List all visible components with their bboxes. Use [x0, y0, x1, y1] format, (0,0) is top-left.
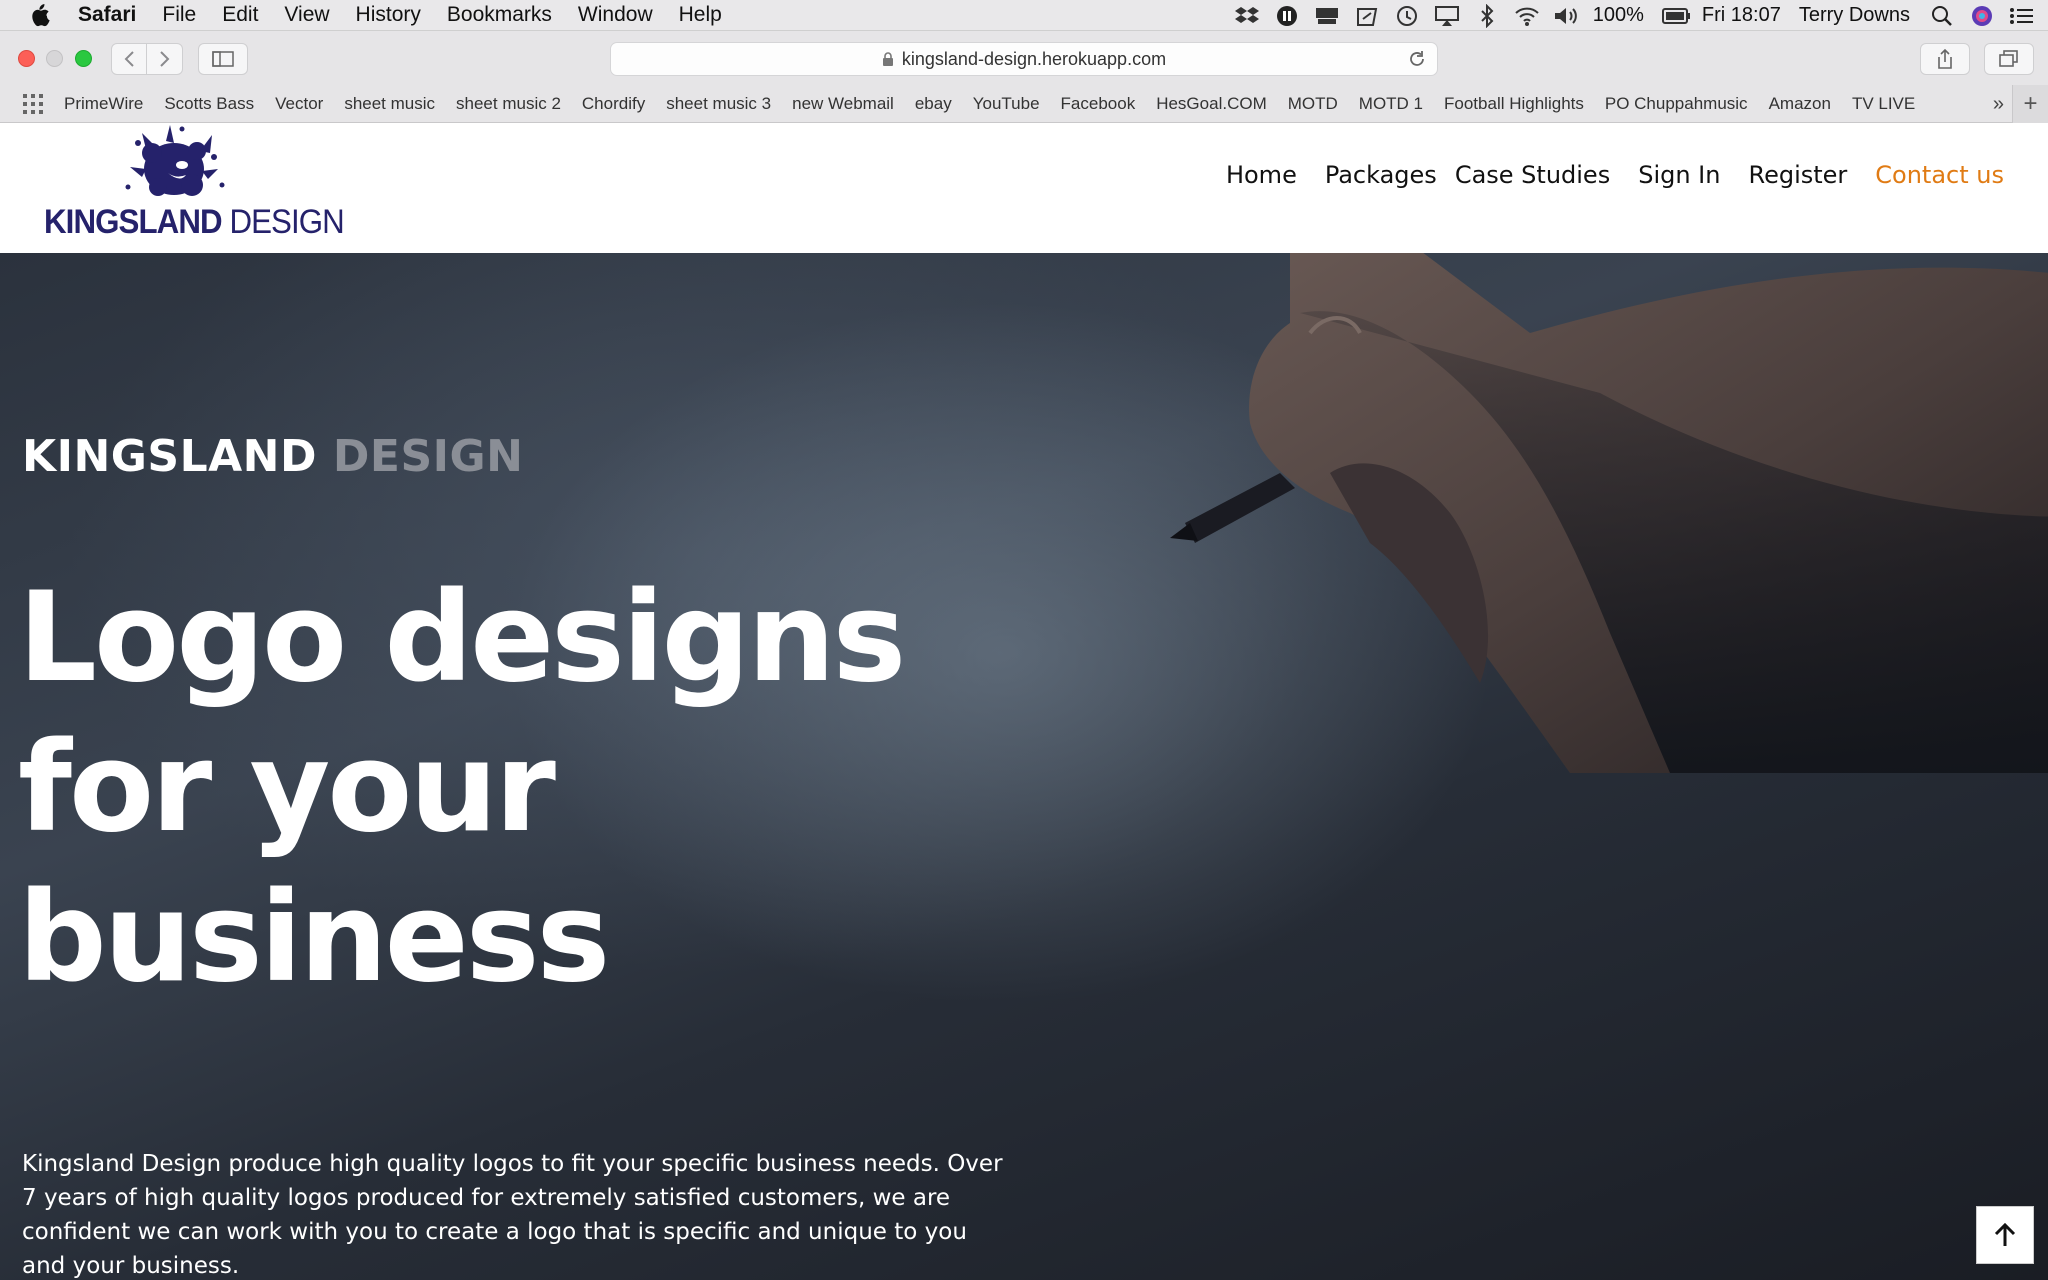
bookmark-motd-1[interactable]: MOTD 1 — [1359, 94, 1423, 114]
logo-wordmark: KINGSLAND DESIGN — [44, 203, 345, 241]
site-logo[interactable]: KINGSLAND DESIGN — [42, 123, 345, 247]
forward-button[interactable] — [147, 44, 182, 74]
menu-safari[interactable]: Safari — [78, 3, 136, 27]
url-text[interactable]: kingsland-design.herokuapp.com — [902, 49, 1166, 70]
menu-file[interactable]: File — [162, 3, 196, 27]
nav-case-studies[interactable]: Case Studies — [1455, 161, 1610, 189]
dropbox-icon[interactable] — [1233, 4, 1261, 28]
bookmark-sheet-music-2[interactable]: sheet music 2 — [456, 94, 561, 114]
nav-contact-us[interactable]: Contact us — [1875, 161, 2004, 189]
bookmark-youtube[interactable]: YouTube — [973, 94, 1040, 114]
bookmark-vector[interactable]: Vector — [275, 94, 323, 114]
bluetooth-icon[interactable] — [1473, 3, 1501, 28]
address-bar[interactable]: kingsland-design.herokuapp.com — [610, 42, 1438, 76]
clock[interactable]: Fri 18:07 — [1702, 4, 1781, 27]
pause-icon[interactable] — [1273, 4, 1301, 28]
browser-toolbar: kingsland-design.herokuapp.com — [0, 31, 2048, 85]
zoom-window-button[interactable] — [75, 50, 92, 67]
menu-edit[interactable]: Edit — [222, 3, 258, 27]
menu-history[interactable]: History — [356, 3, 421, 27]
hero-description: Kingsland Design produce high quality lo… — [22, 1151, 1003, 1279]
display-icon[interactable] — [1313, 4, 1341, 28]
siri-icon[interactable] — [1968, 4, 1996, 28]
script-icon[interactable] — [1353, 4, 1381, 28]
bookmark-hesgoal[interactable]: HesGoal.COM — [1156, 94, 1267, 114]
sidebar-toggle-button[interactable] — [198, 43, 248, 75]
main-nav: Home Packages Case Studies Sign In Regis… — [1202, 161, 2004, 189]
nav-register[interactable]: Register — [1748, 161, 1847, 189]
menu-view[interactable]: View — [284, 3, 329, 27]
apple-menu-icon[interactable] — [28, 2, 54, 28]
bookmark-football-highlights[interactable]: Football Highlights — [1444, 94, 1584, 114]
site-header: KINGSLAND DESIGN Home Packages Case Stud… — [0, 123, 2048, 253]
hero-section: KINGSLAND DESIGN Logo designs for your b… — [0, 253, 2048, 1280]
back-button[interactable] — [112, 44, 148, 74]
bookmark-chordify[interactable]: Chordify — [582, 94, 645, 114]
bookmark-sheet-music-3[interactable]: sheet music 3 — [666, 94, 771, 114]
bookmark-tv-live[interactable]: TV LIVE — [1852, 94, 1915, 114]
battery-percent: 100% — [1592, 4, 1644, 26]
battery-icon[interactable] — [1661, 4, 1690, 28]
reload-icon[interactable] — [1407, 49, 1427, 74]
share-icon — [1938, 48, 1952, 69]
bookmark-motd[interactable]: MOTD — [1288, 94, 1338, 114]
more-bookmarks-chevron-icon[interactable]: » — [1993, 93, 2004, 116]
hand-holding-pen-image — [1170, 253, 2048, 773]
share-button[interactable] — [1920, 43, 1970, 75]
new-tab-plus-icon[interactable]: + — [2012, 85, 2048, 123]
bookmark-scotts-bass[interactable]: Scotts Bass — [164, 94, 254, 114]
lock-icon — [882, 51, 894, 67]
hero-brand-heading: KINGSLAND DESIGN — [22, 431, 524, 482]
bookmark-sheet-music[interactable]: sheet music — [344, 94, 435, 114]
bookmark-po-chuppahmusic[interactable]: PO Chuppahmusic — [1605, 94, 1748, 114]
lion-splash-icon — [125, 125, 225, 196]
spotlight-search-icon[interactable] — [1928, 4, 1956, 28]
bookmark-ebay[interactable]: ebay — [915, 94, 952, 114]
tabs-overview-icon — [1999, 50, 2018, 67]
scroll-to-top-button[interactable] — [1976, 1206, 2034, 1264]
minimize-window-button[interactable] — [46, 50, 63, 67]
sidebar-icon — [212, 51, 234, 67]
history-nav — [111, 43, 183, 75]
bookmark-amazon[interactable]: Amazon — [1769, 94, 1831, 114]
status-menus: 100% Fri 18:07 Terry Downs — [1233, 0, 2048, 31]
notification-center-icon[interactable] — [2008, 4, 2036, 28]
bookmark-new-webmail[interactable]: new Webmail — [792, 94, 894, 114]
menu-bar: Safari File Edit View History Bookmarks … — [0, 0, 2048, 31]
menu-window[interactable]: Window — [578, 3, 653, 27]
menu-help[interactable]: Help — [679, 3, 722, 27]
time-machine-icon[interactable] — [1393, 4, 1421, 28]
bookmark-primewire[interactable]: PrimeWire — [64, 94, 143, 114]
nav-home[interactable]: Home — [1226, 161, 1297, 189]
hero-title: Logo designs for your business — [18, 563, 918, 1013]
close-window-button[interactable] — [18, 50, 35, 67]
arrow-up-icon — [1994, 1222, 2016, 1246]
hero-title-line-3: business — [18, 866, 610, 1010]
airplay-icon[interactable] — [1433, 4, 1461, 28]
favorites-grid-icon[interactable] — [22, 93, 44, 115]
nav-packages[interactable]: Packages — [1325, 161, 1437, 189]
user-name[interactable]: Terry Downs — [1799, 4, 1910, 27]
menu-bookmarks[interactable]: Bookmarks — [447, 3, 552, 27]
show-tabs-button[interactable] — [1984, 43, 2034, 75]
nav-sign-in[interactable]: Sign In — [1638, 161, 1720, 189]
volume-icon[interactable] — [1553, 4, 1581, 28]
wifi-icon[interactable] — [1513, 4, 1541, 28]
hero-title-line-2: for your — [18, 716, 556, 860]
bookmark-facebook[interactable]: Facebook — [1061, 94, 1136, 114]
bookmarks-bar: PrimeWire Scotts Bass Vector sheet music… — [0, 85, 2048, 123]
hero-title-line-1: Logo designs — [18, 566, 906, 710]
